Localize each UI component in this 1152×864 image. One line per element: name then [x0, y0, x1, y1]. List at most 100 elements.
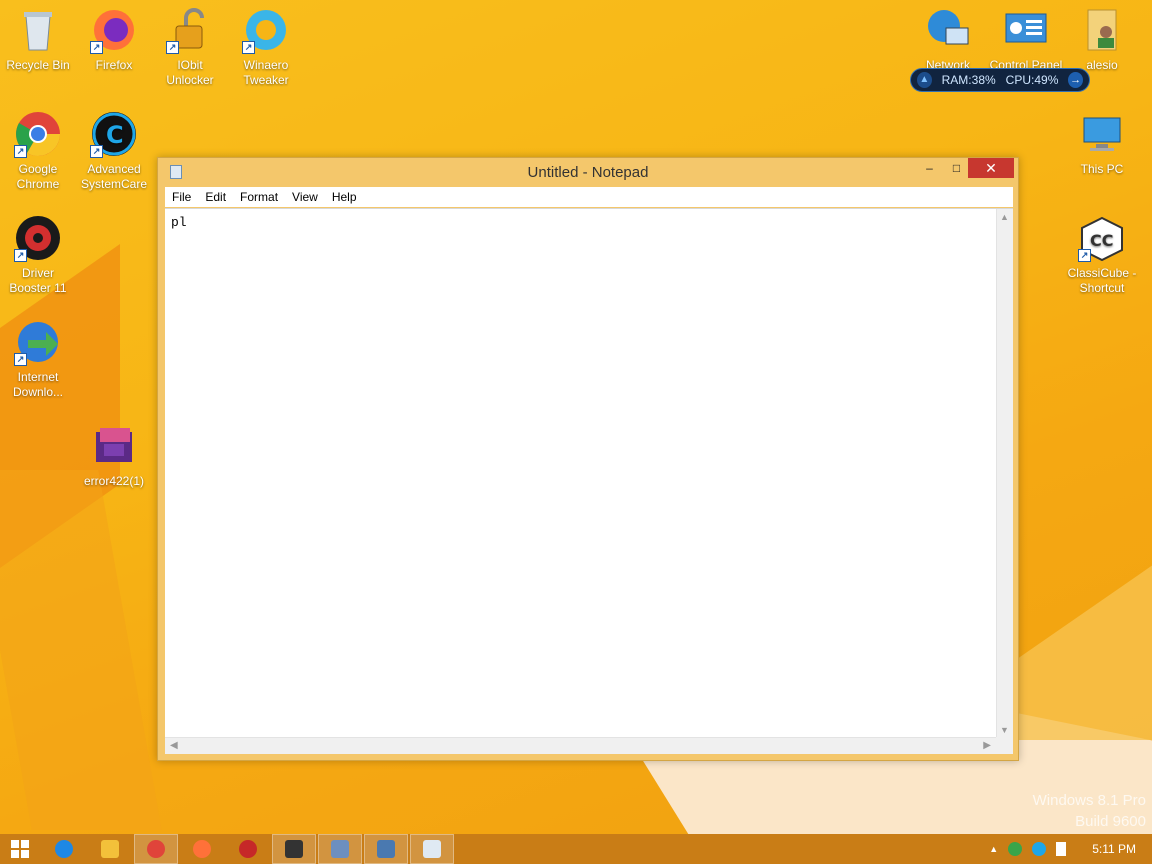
menu-format[interactable]: Format: [233, 187, 285, 207]
chrome-icon: [147, 840, 165, 858]
menu-help[interactable]: Help: [325, 187, 364, 207]
systemcare-tray-icon[interactable]: [1032, 842, 1047, 856]
folder-icon: [101, 840, 119, 858]
taskbar-chrome[interactable]: [134, 834, 178, 864]
start-button[interactable]: [0, 834, 40, 864]
wallpaper-shape: [0, 470, 162, 830]
network-icon: [924, 6, 972, 54]
shortcut-arrow-icon: ↗: [242, 41, 255, 54]
taskbar-7zip[interactable]: [272, 834, 316, 864]
close-button[interactable]: ✕: [968, 158, 1014, 178]
systemcare-icon: C ↗: [90, 110, 138, 158]
taskbar: ▲ 5:11 PM: [0, 834, 1152, 864]
desktop-icon-driver-booster[interactable]: ↗ Driver Booster 11: [0, 214, 76, 296]
desktop-icon-label: ClassiCube - Shortcut: [1067, 266, 1137, 295]
desktop-icon-network[interactable]: Network: [910, 6, 986, 73]
scroll-left-icon[interactable]: ◀: [170, 740, 178, 751]
editor-content[interactable]: pl: [171, 215, 187, 230]
desktop-icon-firefox[interactable]: ↗ Firefox: [76, 6, 152, 73]
svg-text:C: C: [106, 121, 124, 149]
text-editor[interactable]: pl ▲ ▼ ◀ ▶: [165, 208, 1013, 754]
shortcut-arrow-icon: ↗: [14, 145, 27, 158]
firefox-icon: [193, 840, 211, 858]
windows-logo-icon: [11, 840, 29, 858]
rocket-icon: ▲: [917, 72, 932, 88]
notepad-window[interactable]: Untitled - Notepad – □ ✕ File Edit Forma…: [157, 157, 1019, 761]
user-folder-icon: [1078, 6, 1126, 54]
desktop-icon-iobit-unlocker[interactable]: ↗ IObit Unlocker: [152, 6, 228, 88]
menu-file[interactable]: File: [165, 187, 198, 207]
shortcut-arrow-icon: ↗: [166, 41, 179, 54]
desktop-icon-recycle-bin[interactable]: Recycle Bin: [0, 6, 76, 73]
scroll-up-icon[interactable]: ▲: [1000, 212, 1009, 222]
minimize-button[interactable]: –: [916, 158, 943, 178]
show-hidden-icons-button[interactable]: ▲: [989, 844, 998, 854]
wallpaper-shape: [0, 243, 120, 597]
scroll-down-icon[interactable]: ▼: [1000, 725, 1009, 735]
desktop-icon-control-panel[interactable]: Control Panel: [988, 6, 1064, 73]
svg-text:CC: CC: [1090, 231, 1113, 250]
taskbar-internet-explorer[interactable]: [42, 834, 86, 864]
desktop-icon-user-folder[interactable]: alesio: [1064, 6, 1140, 73]
desktop-icon-label: Google Chrome: [16, 162, 60, 191]
taskbar-notepad[interactable]: [410, 834, 454, 864]
unlocker-icon: ↗: [166, 6, 214, 54]
horizontal-scrollbar[interactable]: ◀ ▶: [165, 737, 996, 754]
taskbar-file-explorer[interactable]: [88, 834, 132, 864]
image-file-icon: [90, 422, 138, 470]
recycle-bin-icon: [14, 6, 62, 54]
desktop-icon-winaero-tweaker[interactable]: ↗ Winaero Tweaker: [228, 6, 304, 88]
desktop-icon-label: error422(1): [83, 474, 145, 488]
control-panel-icon: [1002, 6, 1050, 54]
desktop-icon-label: Winaero Tweaker: [243, 58, 289, 87]
classicube-icon: CC ↗: [1078, 214, 1126, 262]
desktop-icon-advanced-systemcare[interactable]: C ↗ Advanced SystemCare: [76, 110, 152, 192]
desktop-icon-label: Internet Downlo...: [12, 370, 64, 399]
this-pc-icon: [1078, 110, 1126, 158]
taskbar-installer[interactable]: [318, 834, 362, 864]
scrollbar-corner: [996, 737, 1013, 754]
desktop-icon-classicube[interactable]: CC ↗ ClassiCube - Shortcut: [1064, 214, 1140, 296]
winaero-icon: ↗: [242, 6, 290, 54]
shortcut-arrow-icon: ↗: [14, 353, 27, 366]
arrow-right-icon[interactable]: →: [1068, 72, 1083, 88]
system-tray: ▲ 5:11 PM: [989, 842, 1152, 856]
clock[interactable]: 5:11 PM: [1092, 842, 1136, 856]
java-icon: [377, 840, 395, 858]
taskbar-firefox[interactable]: [180, 834, 224, 864]
desktop-icon-internet-download-manager[interactable]: ↗ Internet Downlo...: [0, 318, 76, 400]
desktop-icon-label: Recycle Bin: [6, 58, 70, 72]
taskbar-driver-booster[interactable]: [226, 834, 270, 864]
desktop-icon-label: Firefox: [95, 58, 133, 72]
desktop-icon-error422[interactable]: error422(1): [76, 422, 152, 489]
shortcut-arrow-icon: ↗: [90, 41, 103, 54]
scroll-right-icon[interactable]: ▶: [983, 740, 991, 751]
network-tray-icon[interactable]: [1008, 842, 1023, 856]
desktop-icon-label: This PC: [1080, 162, 1124, 176]
taskbar-java[interactable]: [364, 834, 408, 864]
desktop-icon-google-chrome[interactable]: ↗ Google Chrome: [0, 110, 76, 192]
notepad-icon: [423, 840, 441, 858]
flag-icon[interactable]: [1056, 842, 1067, 856]
shortcut-arrow-icon: ↗: [14, 249, 27, 262]
maximize-button[interactable]: □: [943, 158, 970, 178]
driver-booster-icon: ↗: [14, 214, 62, 262]
driver-booster-icon: [239, 840, 257, 858]
menu-view[interactable]: View: [285, 187, 325, 207]
window-title: Untitled - Notepad: [527, 164, 649, 181]
chrome-icon: ↗: [14, 110, 62, 158]
menu-bar: File Edit Format View Help: [165, 187, 1013, 207]
internet-explorer-icon: [55, 840, 73, 858]
vertical-scrollbar[interactable]: ▲ ▼: [996, 209, 1013, 738]
shortcut-arrow-icon: ↗: [90, 145, 103, 158]
desktop-icon-label: Driver Booster 11: [9, 266, 67, 295]
title-bar[interactable]: Untitled - Notepad – □ ✕: [158, 158, 1018, 186]
firefox-icon: ↗: [90, 6, 138, 54]
system-monitor-widget[interactable]: ▲ RAM:38% CPU:49% →: [910, 68, 1090, 92]
desktop-icon-label: Advanced SystemCare: [80, 162, 148, 191]
menu-edit[interactable]: Edit: [198, 187, 233, 207]
shortcut-arrow-icon: ↗: [1078, 249, 1091, 262]
desktop-icon-this-pc[interactable]: This PC: [1064, 110, 1140, 177]
installer-icon: [331, 840, 349, 858]
windows-watermark: Windows 8.1 Pro Build 9600: [1033, 790, 1146, 832]
